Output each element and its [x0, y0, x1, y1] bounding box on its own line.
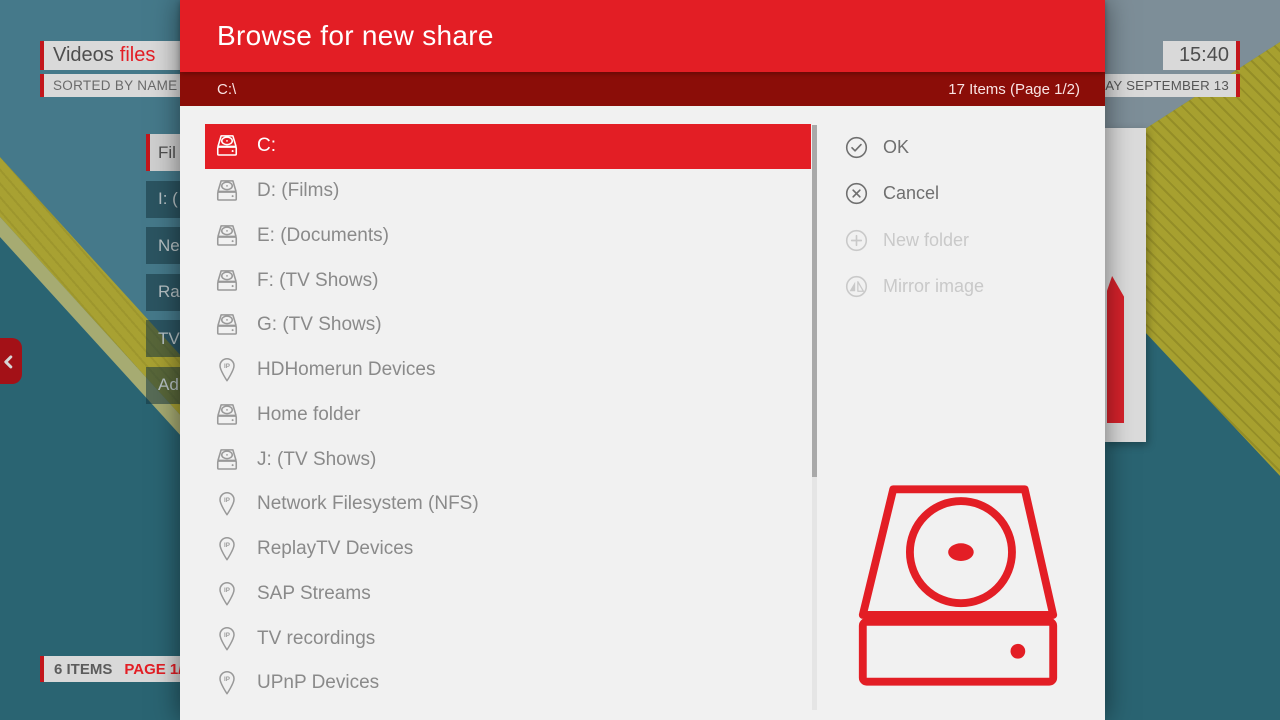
- list-item-label: G: (TV Shows): [257, 314, 382, 336]
- list-item-label: HDHomerun Devices: [257, 359, 435, 381]
- breadcrumb-path: C:\: [217, 81, 236, 98]
- screen: Videos files SORTED BY NAME 15:40 RDAY S…: [0, 0, 1280, 720]
- list-item-label: ReplayTV Devices: [257, 538, 413, 560]
- scrollbar-thumb[interactable]: [812, 125, 817, 477]
- network-location-icon: IP: [212, 624, 242, 654]
- list-item-label: Home folder: [257, 404, 361, 426]
- items-count-bar: 6 ITEMS PAGE 1/1: [40, 656, 185, 682]
- network-location-icon: IP: [212, 355, 242, 385]
- list-item-label: UPnP Devices: [257, 672, 379, 694]
- list-item[interactable]: G: (TV Shows): [205, 303, 811, 348]
- list-item[interactable]: J: (TV Shows): [205, 437, 811, 482]
- network-location-icon: IP: [212, 534, 242, 564]
- button-label: Mirror image: [883, 276, 984, 297]
- videos-header-main: Videos: [53, 44, 114, 67]
- videos-header: Videos files: [40, 41, 195, 70]
- breadcrumb-bar: C:\ 17 Items (Page 1/2): [180, 72, 1105, 106]
- new-folder-icon: [844, 228, 869, 253]
- list-item-label: E: (Documents): [257, 225, 389, 247]
- list-item[interactable]: IP ReplayTV Devices: [205, 527, 811, 572]
- list-item[interactable]: IP SAP Streams: [205, 572, 811, 617]
- list-item-label: Network Filesystem (NFS): [257, 493, 479, 515]
- chevron-left-icon: [0, 350, 20, 372]
- svg-text:IP: IP: [224, 587, 230, 594]
- harddisk-preview-icon: [852, 483, 1064, 693]
- button-label: OK: [883, 137, 909, 158]
- cancel-circle-icon: [844, 181, 869, 206]
- button-label: New folder: [883, 230, 969, 251]
- svg-text:IP: IP: [224, 363, 230, 370]
- list-item[interactable]: E: (Documents): [205, 214, 811, 259]
- sort-label: SORTED BY NAME: [40, 74, 195, 97]
- list-item[interactable]: C:: [205, 124, 811, 169]
- videos-header-accent: files: [120, 44, 156, 67]
- page-count: PAGE 1/1: [124, 661, 185, 678]
- date-label: RDAY SEPTEMBER 13: [1099, 74, 1240, 97]
- mirror-image-button: Mirror image: [844, 264, 1094, 311]
- browse-share-dialog: Browse for new share C:\ 17 Items (Page …: [180, 0, 1105, 720]
- harddisk-icon: [212, 310, 242, 340]
- mirror-image-icon: [844, 274, 869, 299]
- ok-button[interactable]: OK: [844, 124, 1094, 171]
- harddisk-icon: [212, 221, 242, 251]
- dialog-title: Browse for new share: [180, 0, 1105, 72]
- back-button[interactable]: [0, 338, 22, 384]
- harddisk-icon: [212, 445, 242, 475]
- harddisk-icon: [212, 400, 242, 430]
- background-card-red-shape: [1107, 276, 1124, 423]
- svg-text:IP: IP: [224, 677, 230, 684]
- clock: 15:40: [1163, 41, 1240, 70]
- cancel-button[interactable]: Cancel: [844, 171, 1094, 218]
- svg-text:IP: IP: [224, 542, 230, 549]
- list-item[interactable]: D: (Films): [205, 169, 811, 214]
- background-card: [1105, 128, 1146, 442]
- harddisk-icon: [212, 131, 242, 161]
- button-label: Cancel: [883, 183, 939, 204]
- list-item[interactable]: IP HDHomerun Devices: [205, 348, 811, 393]
- network-location-icon: IP: [212, 668, 242, 698]
- svg-text:IP: IP: [224, 498, 230, 505]
- list-item[interactable]: F: (TV Shows): [205, 258, 811, 303]
- ok-circle-icon: [844, 135, 869, 160]
- list-item[interactable]: IP UPnP Devices: [205, 661, 811, 706]
- network-location-icon: IP: [212, 579, 242, 609]
- harddisk-icon: [212, 266, 242, 296]
- svg-text:IP: IP: [224, 632, 230, 639]
- list-item-label: C:: [257, 135, 276, 157]
- items-count: 6 ITEMS: [54, 661, 112, 678]
- harddisk-icon: [212, 176, 242, 206]
- share-list: C: D: (Films) E: (Documents) F: (TV Shows) G…: [205, 124, 811, 706]
- list-item[interactable]: IP TV recordings: [205, 616, 811, 661]
- list-item-label: D: (Films): [257, 180, 339, 202]
- list-item-label: F: (TV Shows): [257, 270, 378, 292]
- scrollbar[interactable]: [812, 125, 817, 710]
- new-folder-button: New folder: [844, 217, 1094, 264]
- dialog-body: C: D: (Films) E: (Documents) F: (TV Shows) G…: [180, 106, 1105, 720]
- breadcrumb-items-info: 17 Items (Page 1/2): [948, 81, 1080, 98]
- list-item-label: SAP Streams: [257, 583, 371, 605]
- list-item-label: J: (TV Shows): [257, 449, 376, 471]
- list-item-label: TV recordings: [257, 628, 375, 650]
- list-item[interactable]: Home folder: [205, 393, 811, 438]
- network-location-icon: IP: [212, 489, 242, 519]
- list-item[interactable]: IP Network Filesystem (NFS): [205, 482, 811, 527]
- dialog-actions: OK Cancel New folder Mirror image: [844, 124, 1094, 310]
